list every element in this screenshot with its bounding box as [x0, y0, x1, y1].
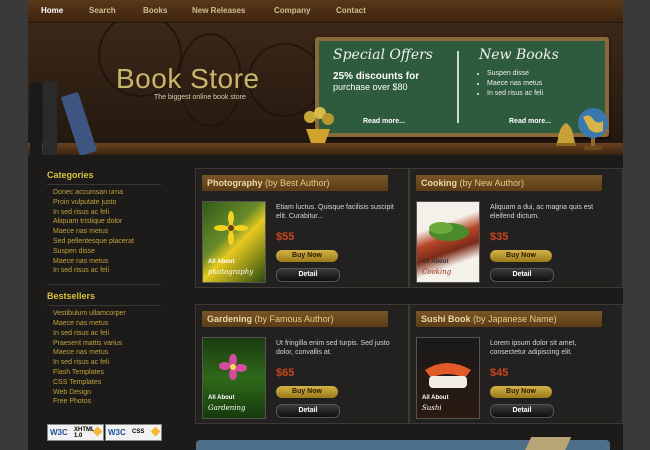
- categories-list: Donec accumsan urna Proin vulputate just…: [41, 188, 165, 276]
- buy-now-button[interactable]: Buy Now: [490, 250, 552, 262]
- book-cover-image[interactable]: All About photography: [202, 201, 266, 283]
- special-offers-heading: Special Offers: [333, 47, 433, 63]
- product-title[interactable]: Cooking (by New Author): [421, 178, 524, 188]
- divider: [47, 184, 161, 185]
- bestseller-link[interactable]: Maece nas metus: [53, 348, 165, 358]
- book-cover-image[interactable]: All About Gardening: [202, 337, 266, 419]
- category-link[interactable]: Aliquam tristique dolor: [53, 217, 165, 227]
- new-books-read-more[interactable]: Read more...: [509, 118, 551, 125]
- category-link[interactable]: Suspen disse: [53, 247, 165, 257]
- detail-button[interactable]: Detail: [490, 404, 554, 418]
- category-link[interactable]: Proin vulputate justo: [53, 198, 165, 208]
- nav-contact[interactable]: Contact: [336, 6, 366, 15]
- special-offer-text: 25% discounts for purchase over $80: [333, 71, 420, 92]
- category-link[interactable]: Maece nas metus: [53, 227, 165, 237]
- product-title[interactable]: Photography (by Best Author): [207, 178, 330, 188]
- nav-new-releases[interactable]: New Releases: [192, 6, 245, 15]
- bottom-decoration: [524, 437, 572, 450]
- buy-now-button[interactable]: Buy Now: [490, 386, 552, 398]
- special-offers-read-more[interactable]: Read more...: [363, 118, 405, 125]
- sidebar: Categories Donec accumsan urna Proin vul…: [41, 170, 165, 407]
- bestseller-link[interactable]: CSS Templates: [53, 378, 165, 388]
- nav-books[interactable]: Books: [143, 6, 167, 15]
- product-description: Etiam luctus. Quisque facilisis suscipit…: [276, 204, 394, 220]
- top-nav: Home Search Books New Releases Company C…: [28, 0, 623, 23]
- bestseller-link[interactable]: Flash Templates: [53, 368, 165, 378]
- header-banner: Book Store The biggest online book store…: [28, 23, 623, 155]
- plant-icon: [298, 107, 338, 150]
- bestseller-link[interactable]: Vestibulum ullamcorper: [53, 309, 165, 319]
- new-books-list: Suspen disse Maece nas metus In sed risu…: [479, 69, 543, 99]
- nav-search[interactable]: Search: [89, 6, 116, 15]
- bell-icon: [555, 121, 577, 152]
- book-cover-image[interactable]: All About Cooking: [416, 201, 480, 283]
- bestseller-link[interactable]: In sed risus ac feli: [53, 358, 165, 368]
- product-card-photography: Photography (by Best Author) All About p…: [195, 168, 409, 288]
- bestseller-link[interactable]: In sed risus ac feli: [53, 329, 165, 339]
- detail-button[interactable]: Detail: [276, 268, 340, 282]
- product-price: $45: [490, 367, 509, 379]
- new-book-item[interactable]: In sed risus ac feli: [487, 89, 543, 99]
- buy-now-button[interactable]: Buy Now: [276, 250, 338, 262]
- new-book-item[interactable]: Maece nas metus: [487, 79, 543, 89]
- check-icon: [150, 426, 161, 437]
- category-link[interactable]: In sed risus ac feli: [53, 208, 165, 218]
- category-link[interactable]: In sed risus ac feli: [53, 266, 165, 276]
- board-divider: [457, 51, 459, 123]
- divider: [47, 284, 161, 286]
- product-card-gardening: Gardening (by Famous Author) All About G…: [195, 304, 409, 424]
- product-description: Aliquam a dui, ac magna quis est eleifen…: [490, 204, 594, 220]
- detail-button[interactable]: Detail: [490, 268, 554, 282]
- categories-heading: Categories: [47, 170, 94, 180]
- category-link[interactable]: Donec accumsan urna: [53, 188, 165, 198]
- book-cover-image[interactable]: All About Sushi: [416, 337, 480, 419]
- card-title-bar: Cooking (by New Author): [416, 175, 602, 191]
- product-price: $65: [276, 367, 295, 379]
- bestseller-link[interactable]: Praesent mattis varius: [53, 339, 165, 349]
- product-card-cooking: Cooking (by New Author) All About Cookin…: [409, 168, 623, 288]
- category-link[interactable]: Maece nas metus: [53, 257, 165, 267]
- bestsellers-heading: Bestsellers: [47, 291, 96, 302]
- new-books-heading: New Books: [479, 47, 559, 63]
- card-title-bar: Sushi Book (by Japanese Name): [416, 311, 602, 327]
- card-title-bar: Photography (by Best Author): [202, 175, 388, 191]
- page: Home Search Books New Releases Company C…: [28, 0, 623, 450]
- bestseller-link[interactable]: Web Design: [53, 388, 165, 398]
- product-card-sushi: Sushi Book (by Japanese Name) All About …: [409, 304, 623, 424]
- globe-icon: [575, 105, 611, 155]
- xhtml-badge[interactable]: W3C XHTML 1.0: [47, 424, 104, 441]
- product-description: Lorem ipsum dolor sit amet, consectetur …: [490, 340, 577, 356]
- site-logo[interactable]: Book Store: [116, 63, 260, 95]
- detail-button[interactable]: Detail: [276, 404, 340, 418]
- new-book-item[interactable]: Suspen disse: [487, 69, 543, 79]
- bestseller-link[interactable]: Free Photos: [53, 397, 165, 407]
- product-price: $35: [490, 231, 509, 243]
- nav-home[interactable]: Home: [41, 6, 63, 15]
- product-title[interactable]: Gardening (by Famous Author): [207, 314, 334, 324]
- product-price: $55: [276, 231, 295, 243]
- css-badge[interactable]: W3C CSS: [105, 424, 162, 441]
- bestseller-link[interactable]: Maece nas metus: [53, 319, 165, 329]
- tagline: The biggest online book store: [154, 94, 246, 101]
- product-description: Ut fringilla enim sed turpis. Sed justo …: [276, 340, 390, 356]
- buy-now-button[interactable]: Buy Now: [276, 386, 338, 398]
- card-title-bar: Gardening (by Famous Author): [202, 311, 388, 327]
- divider: [47, 305, 161, 307]
- bestsellers-list: Vestibulum ullamcorper Maece nas metus I…: [41, 309, 165, 407]
- category-link[interactable]: Sed pellentesque placerat: [53, 237, 165, 247]
- product-title[interactable]: Sushi Book (by Japanese Name): [421, 314, 557, 324]
- nav-company[interactable]: Company: [274, 6, 310, 15]
